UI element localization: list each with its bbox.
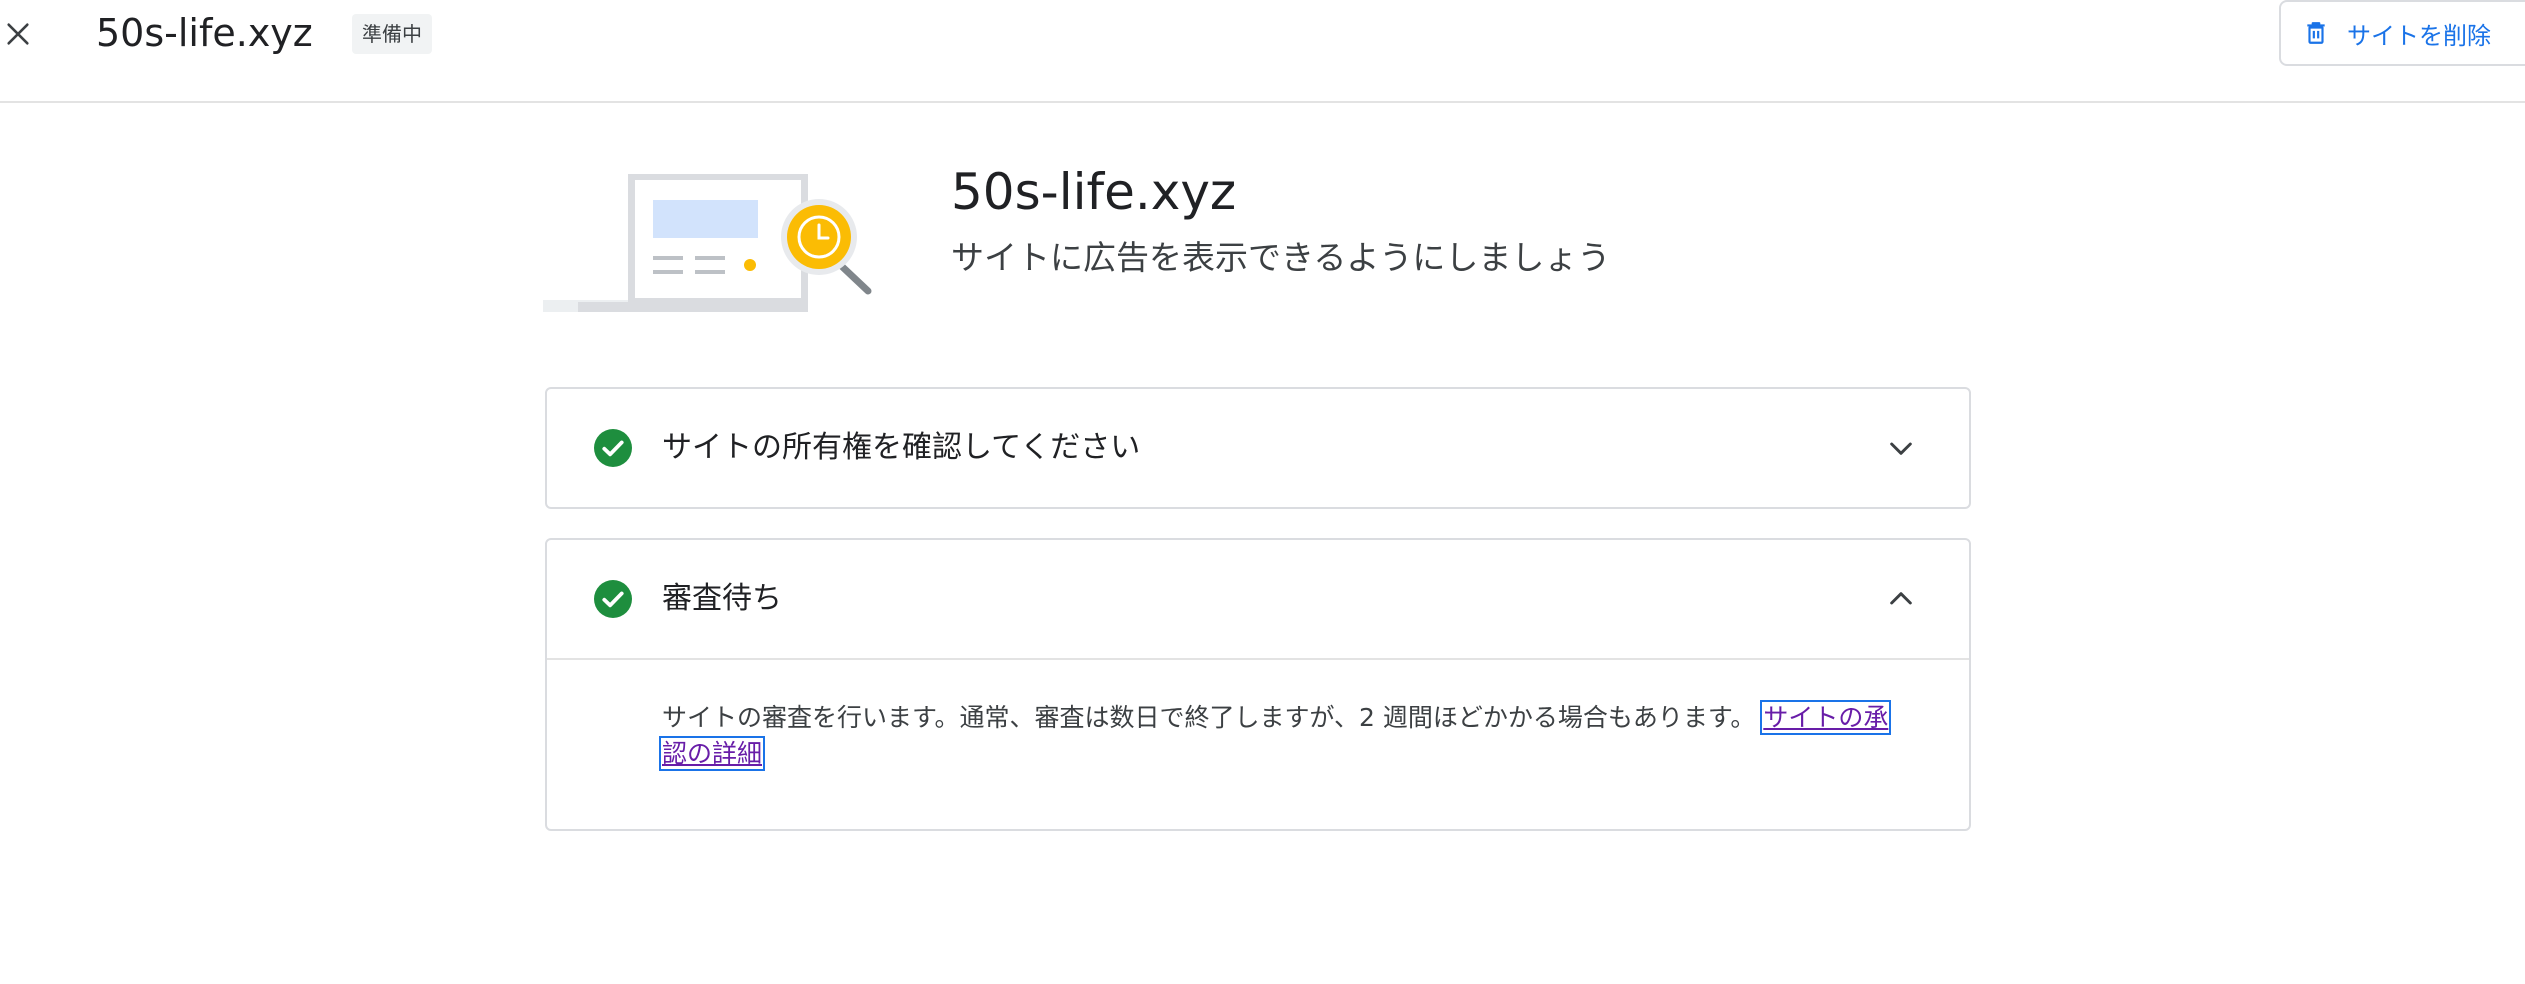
trash-icon <box>2307 22 2325 44</box>
site-review-illustration <box>543 174 872 312</box>
close-button[interactable] <box>0 12 36 56</box>
step-verify-ownership: サイトの所有権を確認してください <box>545 387 1971 509</box>
delete-site-label: サイトを削除 <box>2347 21 2491 50</box>
step-label: 審査待ち <box>662 581 782 616</box>
check-circle-icon <box>594 429 632 467</box>
site-title: 50s-life.xyz <box>96 11 313 55</box>
collapse-button[interactable] <box>1883 581 1919 617</box>
step-pending-review: 審査待ち サイトの審査を行います。通常、審査は数日で終了しますが、2 週間ほどか… <box>545 538 1971 831</box>
chevron-up-icon <box>1890 592 1912 605</box>
expand-button[interactable] <box>1883 430 1919 466</box>
check-circle-icon <box>594 580 632 618</box>
delete-site-button[interactable]: サイトを削除 <box>2279 0 2525 66</box>
hero-title: 50s-life.xyz <box>951 163 1237 221</box>
step-description: サイトの審査を行います。通常、審査は数日で終了しますが、2 週間ほどかかる場合も… <box>658 700 1902 772</box>
hero-subtitle: サイトに広告を表示できるようにしましょう <box>951 238 1611 277</box>
step-label: サイトの所有権を確認してください <box>662 430 1141 465</box>
step-pending-review-header[interactable]: 審査待ち <box>547 540 1969 660</box>
chevron-down-icon <box>1890 442 1912 455</box>
step-description-text: サイトの審査を行います。通常、審査は数日で終了しますが、2 週間ほどかかる場合も… <box>662 703 1756 732</box>
close-icon <box>7 23 29 45</box>
status-badge: 準備中 <box>352 14 432 54</box>
step-verify-ownership-header[interactable]: サイトの所有権を確認してください <box>547 389 1969 507</box>
top-bar: 50s-life.xyz 準備中 サイトを削除 <box>0 0 2525 103</box>
